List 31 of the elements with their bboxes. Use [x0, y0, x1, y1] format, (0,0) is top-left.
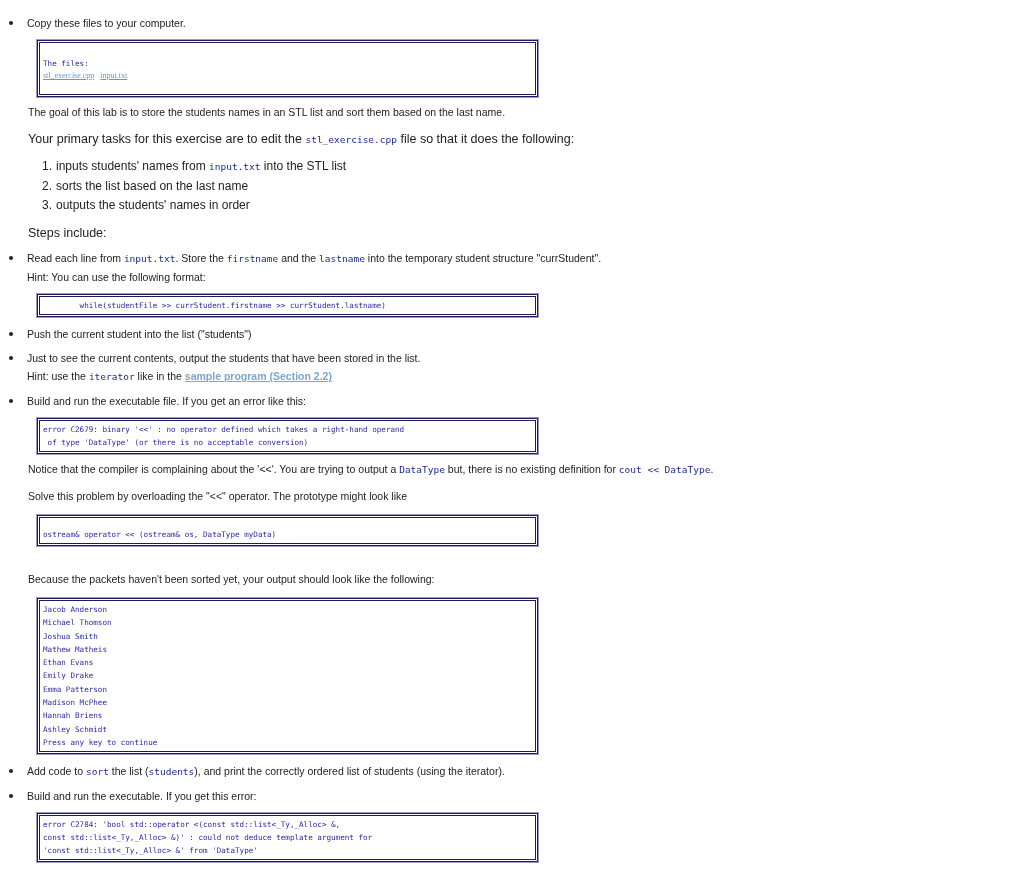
- instruction-text: Build and run the executable file. If you get an error like this:: [27, 394, 306, 408]
- instruction-text: Add code to sort the list (students), and print the correctly ordered list of students (using the iterator).: [27, 764, 505, 780]
- bullet-icon: [9, 332, 13, 336]
- bullet-icon: [9, 356, 13, 360]
- list-number: 1.: [42, 158, 52, 175]
- paragraph-text: Because the packets haven't been sorted yet, your output should look like the following:: [28, 572, 436, 586]
- paragraph-text: Solve this problem by overloading the "<<" operator. The prototype might look like: [28, 489, 409, 503]
- bullet-icon: [9, 769, 13, 774]
- bullet-icon: [9, 794, 13, 799]
- list-item-text: inputs students' names from input.txt into the STL list: [56, 158, 347, 175]
- instruction-text: Push the current student into the list ("students"): [27, 327, 252, 341]
- bullet-icon: [9, 399, 13, 403]
- instruction-text: Copy these files to your computer.: [27, 16, 186, 30]
- list-item-text: outputs the students' names in order: [56, 197, 250, 213]
- list-item-text: sorts the list based on the last name: [56, 178, 249, 194]
- paragraph-text: Your primary tasks for this exercise are to edit the stl_exercise.cpp file so that it does the following:: [28, 131, 576, 148]
- bullet-icon: [9, 256, 13, 260]
- paragraph-text: Notice that the compiler is complaining about the '<<'. You are trying to output a DataType but, there is no existing definition for cout << DataType.: [28, 462, 715, 477]
- instruction-text: Hint: You can use the following format:: [27, 270, 207, 284]
- instruction-text: Hint: use the iterator like in the sample program (Section 2.2): [27, 369, 333, 384]
- file-link[interactable]: stl_exercise.cpp: [43, 70, 95, 82]
- sample-program-link[interactable]: sample program (Section 2.2): [184, 370, 332, 382]
- instruction-text: Build and run the executable. If you get this error:: [27, 789, 257, 804]
- instruction-text: Read each line from input.txt. Store the firstname and the lastname into the temporary student structure "currStudent".: [27, 251, 602, 266]
- bullet-icon: [9, 21, 13, 25]
- instruction-text: Just to see the current contents, output the students that have been stored in the list.: [27, 351, 421, 365]
- file-link[interactable]: input.txt: [100, 70, 128, 82]
- list-number: 2.: [42, 178, 52, 194]
- paragraph-text: Steps include:: [28, 225, 108, 241]
- paragraph-text: The goal of this lab is to store the students names in an STL list and sort them based on the last name.: [28, 105, 507, 119]
- list-number: 3.: [42, 197, 52, 213]
